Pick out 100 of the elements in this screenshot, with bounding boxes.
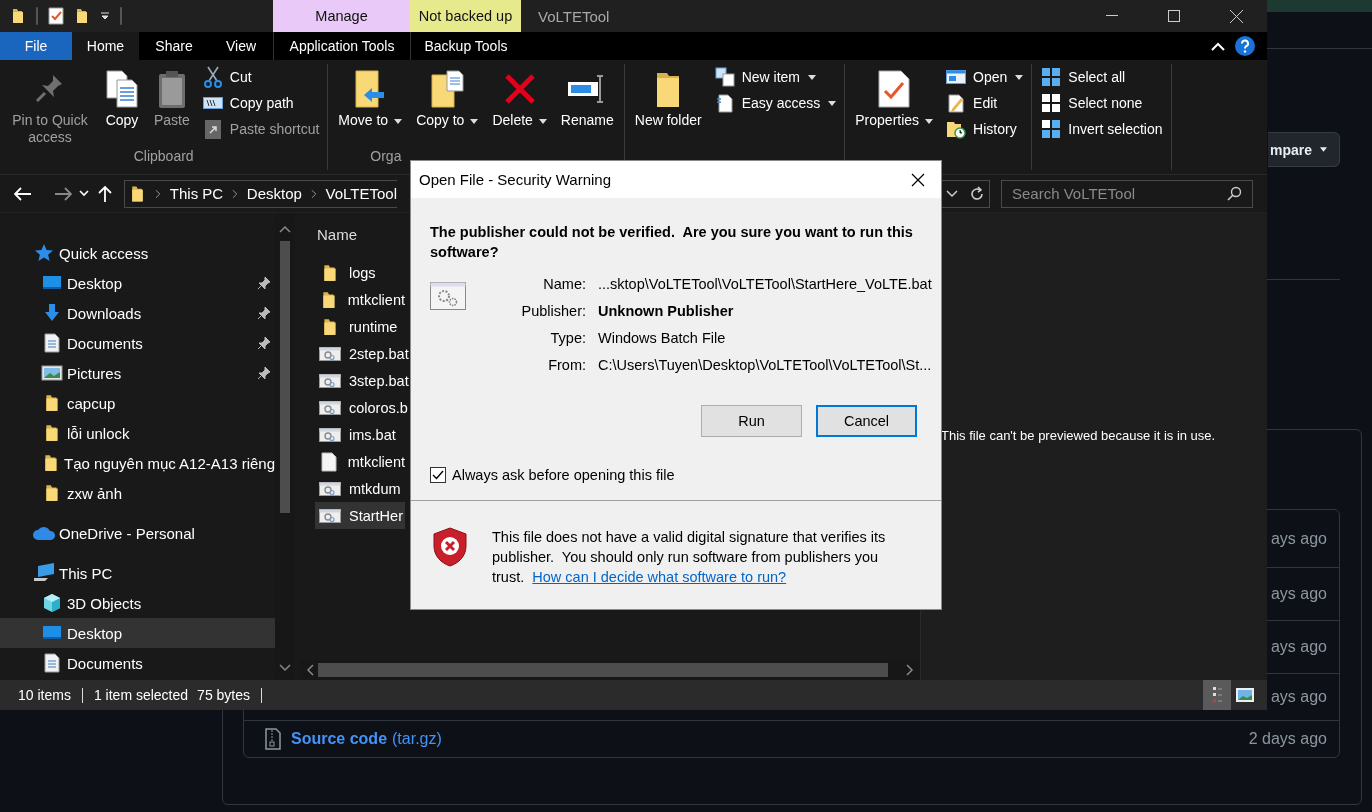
folder-icon[interactable] — [74, 8, 90, 24]
file-item[interactable]: ims.bat — [315, 421, 405, 448]
maximize-icon[interactable] — [1168, 10, 1180, 22]
breadcrumb[interactable]: Desktop — [246, 185, 302, 202]
ribbon-button[interactable]: Invert selection — [1040, 118, 1163, 140]
nav-item[interactable]: Desktop — [0, 618, 275, 648]
file-item[interactable]: StartHer — [315, 502, 405, 529]
minimize-icon[interactable] — [1106, 15, 1118, 17]
chevron-down-icon[interactable] — [946, 189, 959, 198]
selection-info: 1 item selected — [93, 687, 189, 703]
nav-item[interactable]: Downloads — [0, 298, 275, 328]
ribbon-button[interactable]: Rename — [554, 64, 620, 129]
ribbon-button[interactable]: Delete — [486, 64, 553, 129]
file-item[interactable]: mtkclient — [315, 286, 405, 313]
dialog-title: Open File - Security Warning — [419, 171, 611, 188]
dialog-button[interactable]: Run — [701, 405, 802, 437]
folder-icon[interactable] — [10, 8, 26, 24]
nav-item[interactable]: capcup — [0, 388, 275, 418]
blank-file-icon — [321, 451, 338, 472]
scroll-up-icon[interactable] — [279, 225, 291, 233]
checkmark-document-icon[interactable] — [48, 7, 64, 25]
file-item[interactable]: coloros.b — [315, 394, 405, 421]
caret-icon — [394, 118, 403, 124]
breadcrumb[interactable]: This PC — [169, 185, 224, 202]
view-toggle[interactable] — [1203, 680, 1231, 710]
grid-icon — [1042, 68, 1061, 86]
ribbon-tab[interactable]: View — [209, 32, 273, 60]
checkbox[interactable] — [430, 467, 446, 483]
breadcrumb[interactable]: VoLTETool — [325, 185, 397, 202]
up-arrow-icon[interactable] — [98, 184, 112, 203]
ribbon-button[interactable]: Copy — [98, 64, 146, 129]
search-icon — [1226, 185, 1242, 202]
scissors-icon — [203, 66, 222, 88]
ribbon-button[interactable]: New item — [713, 66, 837, 88]
shortcut-icon — [203, 118, 222, 140]
column-header[interactable]: Name — [317, 225, 357, 243]
refresh-icon[interactable] — [968, 185, 985, 202]
ribbon-button[interactable]: Move to — [332, 64, 409, 129]
group-label: Orga — [370, 148, 402, 164]
nav-item[interactable]: Tạo nguyên mục A12-A13 riêng — [0, 448, 275, 478]
file-item[interactable]: mtkdum — [315, 475, 405, 502]
asset-date: 2 days ago — [1248, 730, 1327, 748]
ribbon-button[interactable]: History — [945, 118, 1024, 140]
cross-icon — [502, 72, 537, 106]
nav-item[interactable]: lỗi unlock — [0, 418, 275, 448]
scroll-left-icon[interactable] — [306, 664, 314, 676]
help-icon[interactable] — [1235, 36, 1255, 56]
collapse-icon[interactable] — [1211, 41, 1225, 51]
batch-file-icon — [319, 399, 341, 416]
file-item[interactable]: runtime — [315, 313, 405, 340]
ribbon-button[interactable]: Cut — [201, 66, 320, 88]
close-icon[interactable] — [911, 172, 925, 187]
file-item[interactable]: logs — [315, 259, 405, 286]
nav-item[interactable]: Pictures — [0, 358, 275, 388]
back-arrow-icon[interactable] — [14, 186, 32, 201]
nav-item[interactable]: zxw ảnh — [0, 478, 275, 508]
ribbon-tab[interactable]: Share — [139, 32, 209, 60]
asset-link[interactable]: Source code — [291, 730, 388, 748]
scroll-down-icon[interactable] — [279, 664, 291, 672]
ribbon-button[interactable]: Copy path — [201, 92, 320, 114]
dropdown-icon[interactable] — [100, 12, 110, 20]
document-icon — [43, 333, 61, 353]
ribbon-button[interactable]: Easy access — [713, 92, 837, 114]
document-icon — [43, 653, 61, 673]
compare-button[interactable]: mpare — [1268, 132, 1340, 167]
nav-item[interactable]: Documents — [0, 648, 275, 678]
address-bar[interactable]: This PC Desktop VoLTETool — [124, 179, 397, 208]
dialog-button[interactable]: Cancel — [816, 405, 917, 437]
scroll-right-icon[interactable] — [906, 664, 914, 676]
selection-size: 75 bytes — [197, 687, 251, 703]
nav-item[interactable]: Desktop — [0, 268, 275, 298]
file-item[interactable]: mtkclient — [315, 448, 405, 475]
asset-date: ays ago — [1270, 529, 1327, 548]
folder-icon — [321, 317, 339, 336]
help-link[interactable]: How can I decide what software to run? — [532, 569, 787, 585]
ribbon-button[interactable]: Edit — [945, 92, 1024, 114]
asset-date: ays ago — [1270, 638, 1327, 656]
picture-frame-icon — [41, 364, 63, 382]
nav-item[interactable]: OneDrive - Personal — [0, 518, 275, 548]
path-icon — [202, 96, 223, 110]
nav-item[interactable]: Quick access — [0, 238, 275, 268]
nav-item[interactable]: 3D Objects — [0, 588, 275, 618]
forward-arrow-icon[interactable] — [54, 186, 72, 201]
search-field[interactable]: Search VoLTETool — [1001, 179, 1253, 208]
ribbon-button[interactable]: New folder — [628, 64, 708, 129]
ribbon-tab[interactable]: Home — [72, 32, 139, 60]
ribbon-button[interactable]: Select all — [1040, 66, 1163, 88]
ribbon-button[interactable]: Open — [945, 66, 1024, 88]
nav-item[interactable]: Documents — [0, 328, 275, 358]
batch-file-icon — [319, 426, 341, 443]
ribbon-button[interactable]: Properties — [849, 64, 940, 129]
nav-item[interactable]: This PC — [0, 558, 275, 588]
checkmark-icon — [432, 470, 444, 480]
ribbon-button[interactable]: Copy to — [410, 64, 485, 129]
caret-icon — [1320, 147, 1327, 152]
ribbon-button[interactable]: Select none — [1040, 92, 1163, 114]
ribbon-tab[interactable]: File — [0, 32, 72, 60]
asset-date: ays ago — [1270, 585, 1327, 603]
tab-group-label: Manage — [273, 0, 410, 32]
caret-icon — [828, 100, 837, 106]
